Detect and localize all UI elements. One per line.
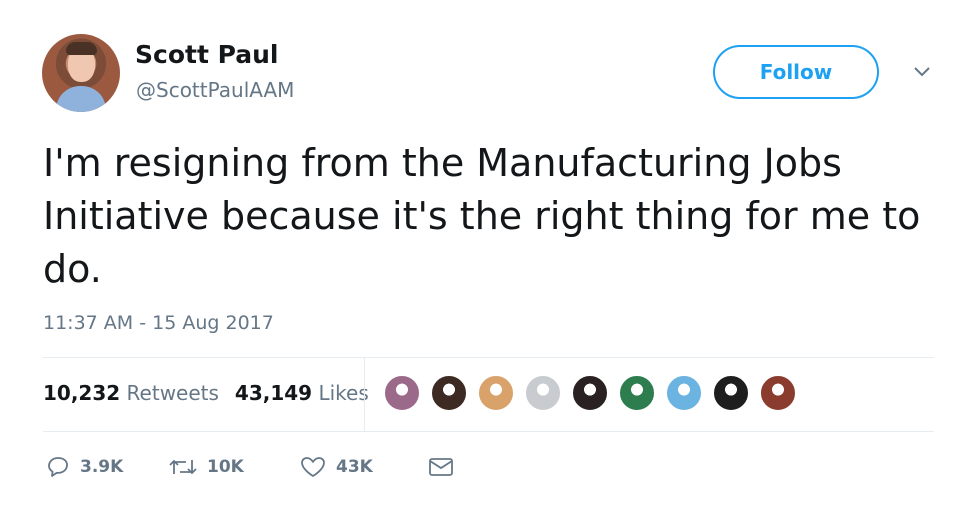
reply-icon xyxy=(48,457,68,477)
like-button[interactable]: 43K xyxy=(300,455,428,479)
liker-avatar-9[interactable] xyxy=(759,374,797,412)
liker-avatar-2[interactable] xyxy=(430,374,468,412)
divider-bottom xyxy=(43,431,934,432)
liker-avatar-4[interactable] xyxy=(524,374,562,412)
retweets-label: Retweets xyxy=(126,381,219,405)
reply-count: 3.9K xyxy=(80,457,124,477)
direct-message-button[interactable] xyxy=(428,456,464,478)
tweet-text: I'm resigning from the Manufacturing Job… xyxy=(43,141,921,291)
tweet-timestamp[interactable]: 11:37 AM - 15 Aug 2017 xyxy=(43,312,274,334)
liker-avatar-8[interactable] xyxy=(712,374,750,412)
likes-label: Likes xyxy=(318,381,369,405)
likes-count: 43,149 xyxy=(234,381,313,405)
follow-button[interactable]: Follow xyxy=(713,45,879,99)
stats-separator xyxy=(364,358,365,431)
retweet-count: 10K xyxy=(207,457,244,477)
likes-stat[interactable]: 43,149 Likes xyxy=(235,381,369,405)
engagement-stats: 10,232 Retweets 43,149 Likes xyxy=(43,381,369,405)
tweet-actions: 3.9K 10K 43K xyxy=(46,455,464,479)
author-name[interactable]: Scott Paul xyxy=(135,40,279,69)
reply-button[interactable]: 3.9K xyxy=(46,455,169,479)
author-handle[interactable]: @ScottPaulAAM xyxy=(136,78,294,102)
avatar-hair xyxy=(66,42,97,55)
author-avatar[interactable] xyxy=(42,34,120,112)
liker-avatar-5[interactable] xyxy=(571,374,609,412)
heart-icon xyxy=(301,457,325,477)
retweet-icon xyxy=(169,459,197,475)
chevron-down-icon[interactable] xyxy=(912,64,932,83)
liker-avatar-3[interactable] xyxy=(477,374,515,412)
liker-avatar-7[interactable] xyxy=(665,374,703,412)
like-count: 43K xyxy=(336,457,373,477)
liker-avatar-6[interactable] xyxy=(618,374,656,412)
envelope-icon xyxy=(429,458,453,476)
divider-top xyxy=(43,357,934,358)
retweets-count: 10,232 xyxy=(43,381,121,405)
retweet-button[interactable]: 10K xyxy=(169,455,300,479)
liker-avatars xyxy=(383,374,806,412)
avatar-shirt xyxy=(56,86,106,112)
liker-avatar-1[interactable] xyxy=(383,374,421,412)
retweets-stat[interactable]: 10,232 Retweets xyxy=(43,381,219,405)
